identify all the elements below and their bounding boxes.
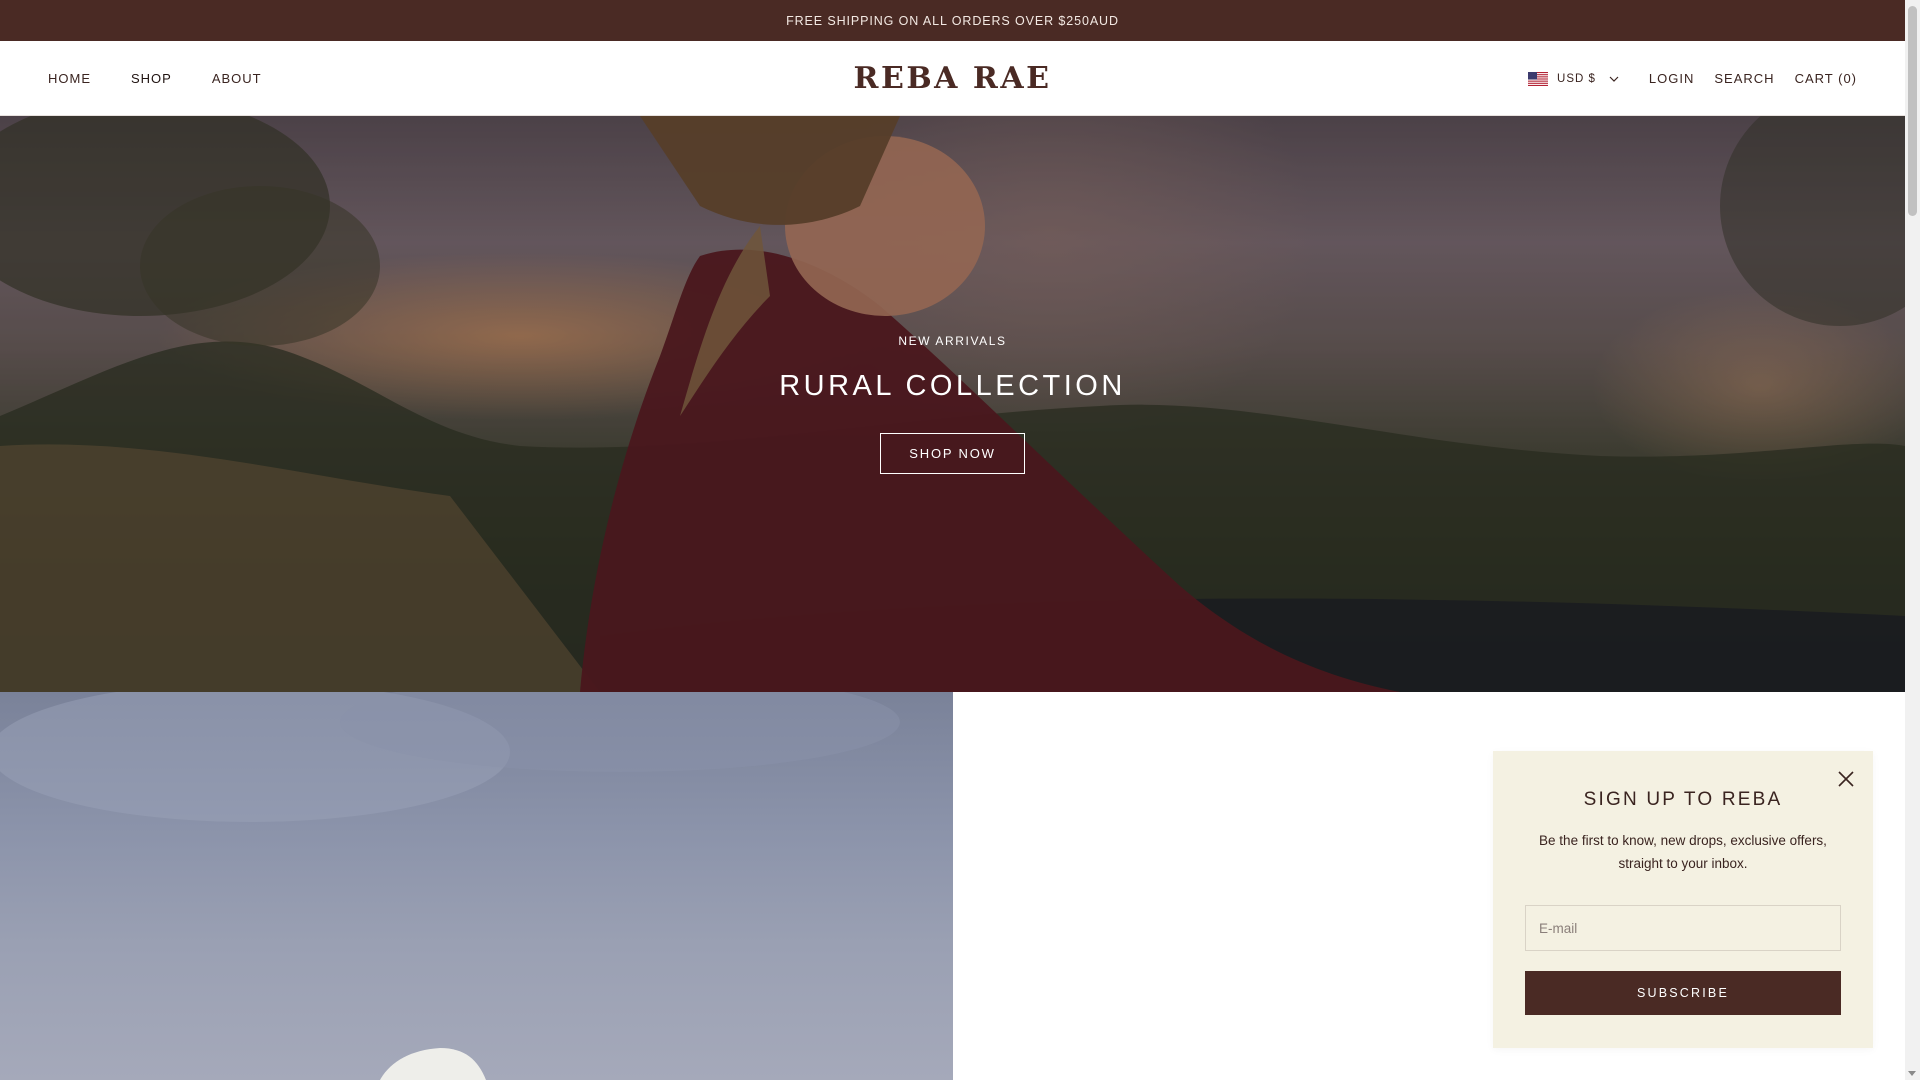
popup-description: Be the first to know, new drops, exclusi… (1539, 833, 1827, 871)
hero-banner: NEW ARRIVALS RURAL COLLECTION SHOP NOW (0, 116, 1905, 692)
search-link[interactable]: SEARCH (1714, 71, 1774, 86)
site-header: HOME SHOP ABOUT REBA RAE USD $ LOGIN SEA (0, 41, 1905, 116)
login-link[interactable]: LOGIN (1649, 71, 1694, 86)
shop-now-button[interactable]: SHOP NOW (880, 433, 1025, 474)
featured-image[interactable] (0, 692, 953, 1080)
scrollbar-thumb[interactable] (1908, 6, 1917, 216)
nav-about-link[interactable]: ABOUT (212, 71, 262, 86)
hero-title: RURAL COLLECTION (779, 370, 1126, 402)
hero-content: NEW ARRIVALS RURAL COLLECTION SHOP NOW (0, 116, 1905, 692)
header-actions: USD $ LOGIN SEARCH CART (0) (1528, 41, 1857, 116)
email-field[interactable] (1525, 905, 1841, 951)
nav-home-link[interactable]: HOME (48, 71, 91, 86)
announcement-bar: FREE SHIPPING ON ALL ORDERS OVER $250AUD (0, 0, 1905, 41)
scroll-down-arrow-icon[interactable] (1908, 1071, 1916, 1076)
cart-link[interactable]: CART (0) (1795, 71, 1857, 86)
main-nav: HOME SHOP ABOUT (48, 41, 262, 116)
brand-logo[interactable]: REBA RAE (854, 41, 1052, 116)
newsletter-popup: SIGN UP TO REBA Be the first to know, ne… (1493, 751, 1873, 1048)
featured-image-graphic (0, 692, 900, 1080)
hero-eyebrow: NEW ARRIVALS (898, 334, 1007, 348)
nav-shop-link[interactable]: SHOP (131, 71, 172, 86)
subscribe-button[interactable]: SUBSCRIBE (1525, 971, 1841, 1015)
currency-selector[interactable]: USD $ (1528, 71, 1619, 86)
popup-title: SIGN UP TO REBA (1583, 789, 1783, 810)
page-scrollbar[interactable] (1905, 0, 1920, 1080)
announcement-text: FREE SHIPPING ON ALL ORDERS OVER $250AUD (786, 13, 1119, 28)
chevron-down-icon (1609, 76, 1619, 82)
currency-label: USD $ (1557, 72, 1596, 85)
close-icon[interactable] (1837, 770, 1855, 788)
us-flag-icon (1528, 71, 1549, 86)
